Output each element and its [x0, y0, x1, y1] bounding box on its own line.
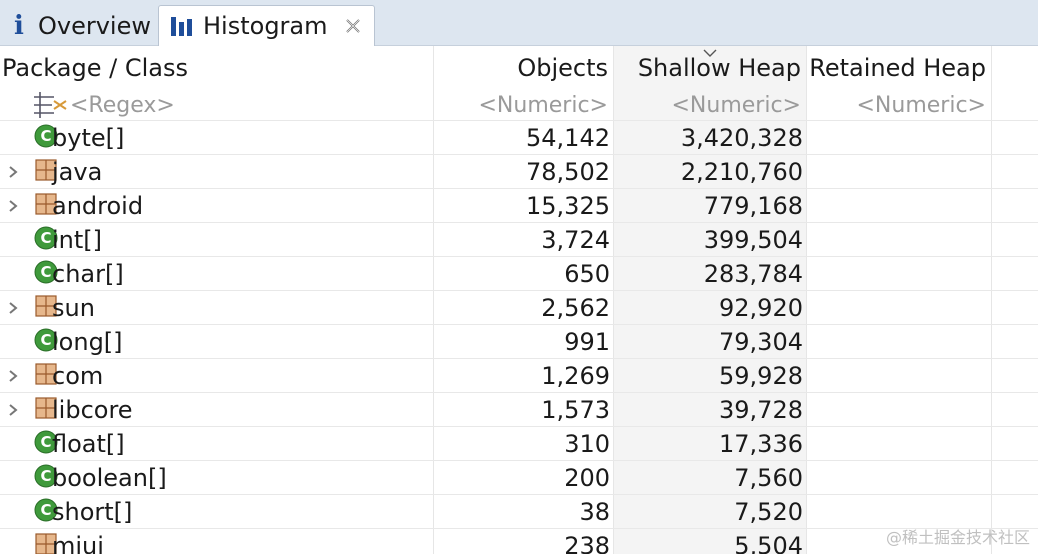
expand-chevron-icon[interactable] — [6, 164, 20, 180]
row-shallow-heap: 39,728 — [719, 396, 803, 424]
row-name: com — [52, 362, 104, 390]
row-objects: 15,325 — [526, 192, 610, 220]
row-shallow-heap: 283,784 — [703, 260, 803, 288]
row-objects: 38 — [579, 498, 610, 526]
column-header-package[interactable]: Package / Class — [2, 46, 422, 90]
column-header-objects[interactable]: Objects — [440, 46, 608, 90]
row-objects: 3,724 — [541, 226, 610, 254]
table-row[interactable]: C char[] 650 283,784 — [0, 257, 1038, 291]
row-objects: 991 — [564, 328, 610, 356]
row-name: libcore — [52, 396, 133, 424]
row-objects: 78,502 — [526, 158, 610, 186]
expand-chevron-icon[interactable] — [6, 198, 20, 214]
tab-overview[interactable]: i Overview — [0, 5, 158, 46]
row-shallow-heap: 779,168 — [703, 192, 803, 220]
row-shallow-heap: 399,504 — [703, 226, 803, 254]
watermark: @稀土掘金技术社区 — [885, 528, 1030, 547]
info-icon: i — [14, 10, 24, 41]
row-shallow-heap: 7,560 — [734, 464, 803, 492]
row-objects: 310 — [564, 430, 610, 458]
expand-chevron-icon[interactable] — [6, 300, 20, 316]
row-objects: 200 — [564, 464, 610, 492]
table-row[interactable]: C short[] 38 7,520 — [0, 495, 1038, 529]
row-shallow-heap: 2,210,760 — [680, 158, 803, 186]
row-name: byte[] — [52, 124, 125, 152]
table-row[interactable]: C float[] 310 17,336 — [0, 427, 1038, 461]
table-row[interactable]: miui 238 5,504 — [0, 529, 1038, 554]
svg-text:C: C — [40, 467, 51, 485]
histogram-table: Package / Class Objects Shallow Heap Ret… — [0, 46, 1038, 554]
row-shallow-heap: 92,920 — [719, 294, 803, 322]
row-objects: 1,573 — [541, 396, 610, 424]
editor-tab-bar: i Overview Histogram — [0, 0, 1038, 46]
column-header-retained-heap[interactable]: Retained Heap — [808, 46, 986, 90]
row-shallow-heap: 59,928 — [719, 362, 803, 390]
table-row[interactable]: android 15,325 779,168 — [0, 189, 1038, 223]
row-objects: 2,562 — [541, 294, 610, 322]
tab-histogram[interactable]: Histogram — [158, 5, 375, 46]
table-row[interactable]: C int[] 3,724 399,504 — [0, 223, 1038, 257]
svg-text:C: C — [40, 433, 51, 451]
svg-text:C: C — [40, 331, 51, 349]
tab-overview-label: Overview — [38, 11, 151, 40]
row-name: android — [52, 192, 144, 220]
row-shallow-heap: 3,420,328 — [680, 124, 803, 152]
svg-text:C: C — [40, 501, 51, 519]
close-icon[interactable] — [344, 17, 362, 35]
table-row[interactable]: java 78,502 2,210,760 — [0, 155, 1038, 189]
row-objects: 650 — [564, 260, 610, 288]
row-objects: 54,142 — [526, 124, 610, 152]
sort-descending-icon — [703, 49, 717, 57]
row-shallow-heap: 17,336 — [719, 430, 803, 458]
svg-text:C: C — [40, 263, 51, 281]
tab-histogram-label: Histogram — [203, 12, 328, 40]
table-row[interactable]: C byte[] 54,142 3,420,328 — [0, 121, 1038, 155]
row-name: char[] — [52, 260, 124, 288]
table-row[interactable]: sun 2,562 92,920 — [0, 291, 1038, 325]
table-row[interactable]: C boolean[] 200 7,560 — [0, 461, 1038, 495]
objects-filter-input[interactable]: <Numeric> — [440, 90, 609, 122]
row-shallow-heap: 7,520 — [734, 498, 803, 526]
row-name: miui — [52, 532, 104, 554]
svg-text:C: C — [40, 229, 51, 247]
row-name: float[] — [52, 430, 125, 458]
row-objects: 1,269 — [541, 362, 610, 390]
row-shallow-heap: 79,304 — [719, 328, 803, 356]
row-name: long[] — [52, 328, 123, 356]
row-name: sun — [52, 294, 95, 322]
bar-chart-icon — [171, 17, 192, 36]
table-row[interactable]: libcore 1,573 39,728 — [0, 393, 1038, 427]
row-name: int[] — [52, 226, 103, 254]
table-row[interactable]: C long[] 991 79,304 — [0, 325, 1038, 359]
row-name: short[] — [52, 498, 133, 526]
table-row[interactable]: com 1,269 59,928 — [0, 359, 1038, 393]
expand-chevron-icon[interactable] — [6, 368, 20, 384]
row-shallow-heap: 5,504 — [734, 532, 803, 554]
shallow-heap-filter-input[interactable]: <Numeric> — [614, 90, 802, 122]
row-name: boolean[] — [52, 464, 167, 492]
svg-text:C: C — [40, 127, 51, 145]
regex-filter-input[interactable]: <Regex> — [70, 90, 370, 122]
expand-chevron-icon[interactable] — [6, 402, 20, 418]
row-name: java — [52, 158, 103, 186]
row-objects: 238 — [564, 532, 610, 554]
filter-icon — [34, 92, 67, 118]
retained-heap-filter-input[interactable]: <Numeric> — [808, 90, 987, 122]
